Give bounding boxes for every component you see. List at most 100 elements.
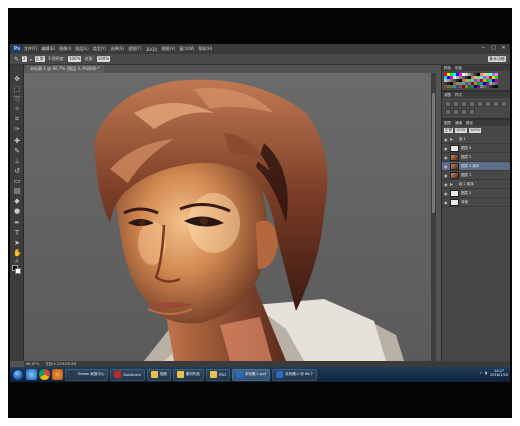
posterize-icon[interactable]	[469, 109, 475, 115]
swatches-grid[interactable]	[442, 71, 510, 90]
visibility-eye-icon[interactable]: ◉	[444, 146, 448, 151]
taskbar-button[interactable]: Bandicam	[110, 368, 145, 381]
menu-image[interactable]: 图像(I)	[59, 46, 71, 52]
taskbar-button[interactable]: 未标题-1.psd	[231, 368, 271, 381]
menu-edit[interactable]: 编辑(E)	[41, 46, 55, 52]
channel-mixer-icon[interactable]	[453, 109, 459, 115]
layer-row[interactable]: ◉ 图层 3 副本	[442, 162, 510, 171]
menu-3d[interactable]: 3D(D)	[146, 47, 158, 52]
visibility-eye-icon[interactable]: ◉	[444, 137, 448, 142]
black-white-icon[interactable]	[501, 101, 507, 107]
media-player-icon[interactable]	[52, 369, 63, 380]
taskbar-button[interactable]: Steam 家庭中心	[65, 368, 109, 381]
layer-row[interactable]: ◉ 图层 5	[442, 153, 510, 162]
layer-row[interactable]: ◉ 背景	[442, 198, 510, 207]
layer-row[interactable]: ◉ ▸ 组 2 副本	[442, 180, 510, 189]
hue-saturation-icon[interactable]	[485, 101, 491, 107]
network-icon[interactable]: ▮	[485, 371, 487, 375]
document-tab[interactable]: 未标题-1 @ 66.7% (图层 3, RGB/8) *	[26, 65, 104, 73]
gradient-tool-icon[interactable]: ▤	[13, 187, 21, 195]
taskbar-button[interactable]: 未标题-2 @ 66.7	[272, 368, 317, 381]
type-tool-icon[interactable]: T	[13, 229, 21, 237]
layer-row[interactable]: ◉ 图层 3	[442, 171, 510, 180]
tab-paths[interactable]: 路径	[464, 120, 475, 126]
ie-icon[interactable]	[26, 369, 37, 380]
layer-row[interactable]: ◉ 图层 2	[442, 189, 510, 198]
menu-layer[interactable]: 图层(L)	[75, 46, 88, 52]
tab-channels[interactable]: 通道	[453, 120, 464, 126]
flow-field[interactable]: 100%	[96, 56, 111, 62]
visibility-eye-icon[interactable]: ◉	[444, 155, 448, 160]
crop-tool-icon[interactable]: ⌗	[13, 115, 21, 123]
zoom-level[interactable]: 66.67%	[26, 362, 39, 366]
clock[interactable]: 14:27 2016/1/20	[490, 369, 508, 377]
eraser-tool-icon[interactable]: ▭	[13, 177, 21, 185]
visibility-eye-icon[interactable]: ◉	[444, 191, 448, 196]
layer-row[interactable]: ◉ ▸ 组 1	[442, 135, 510, 144]
tab-swatches[interactable]: 色板	[453, 65, 464, 71]
taskbar-button[interactable]: PSD	[205, 368, 230, 381]
maximize-button[interactable]: □	[490, 45, 497, 52]
move-tool-icon[interactable]: ✥	[13, 75, 21, 83]
menu-view[interactable]: 视图(V)	[161, 46, 175, 52]
clone-stamp-tool-icon[interactable]: ⊥	[13, 157, 21, 165]
history-brush-tool-icon[interactable]: ↺	[13, 167, 21, 175]
path-select-tool-icon[interactable]: ➤	[13, 239, 21, 247]
minimize-button[interactable]: ─	[480, 45, 487, 52]
layer-blend-mode-select[interactable]: 正常	[444, 128, 453, 133]
document-canvas[interactable]	[24, 73, 436, 361]
levels-icon[interactable]	[453, 101, 459, 107]
brightness-icon[interactable]	[445, 101, 451, 107]
canvas-scrollbar[interactable]	[431, 73, 436, 361]
brush-size-picker[interactable]: 2	[22, 56, 27, 62]
photo-filter-icon[interactable]	[445, 109, 451, 115]
tab-color[interactable]: 颜色	[442, 65, 453, 71]
tab-layers[interactable]: 图层	[442, 120, 453, 126]
volume-icon[interactable]: ♪	[480, 371, 482, 375]
menu-select[interactable]: 选择(S)	[110, 46, 124, 52]
swatch-chip[interactable]	[495, 85, 498, 88]
layer-fill-field[interactable]: 100%	[469, 128, 482, 133]
taskbar-button[interactable]: 素材作品	[172, 368, 204, 381]
tab-styles[interactable]: 样式	[453, 92, 464, 98]
hand-tool-icon[interactable]: ✋	[13, 249, 22, 257]
curves-icon[interactable]	[461, 101, 467, 107]
quick-select-tool-icon[interactable]: ✧	[13, 105, 21, 113]
invert-icon[interactable]	[461, 109, 467, 115]
menu-file[interactable]: 文件(F)	[24, 46, 37, 52]
taskbar-button[interactable]: 视频	[146, 368, 171, 381]
opacity-field[interactable]: 100%	[67, 56, 82, 62]
visibility-eye-icon[interactable]: ◉	[444, 164, 448, 169]
menu-filter[interactable]: 滤镜(T)	[128, 46, 142, 52]
blur-tool-icon[interactable]: ◆	[13, 197, 21, 205]
layer-opacity-field[interactable]: 100%	[455, 128, 468, 133]
blend-mode-select[interactable]: 正常	[34, 56, 45, 62]
vibrance-icon[interactable]	[477, 101, 483, 107]
layer-row[interactable]: ◉ 图层 6	[442, 144, 510, 153]
start-button[interactable]	[12, 368, 24, 381]
eyedropper-tool-icon[interactable]: ✑	[13, 125, 21, 133]
dodge-tool-icon[interactable]: ●	[13, 207, 21, 215]
healing-tool-icon[interactable]: ✚	[13, 137, 21, 145]
workspace-select[interactable]: 基本功能	[488, 56, 506, 62]
pen-tool-icon[interactable]: ✒	[13, 219, 21, 227]
visibility-eye-icon[interactable]: ◉	[444, 182, 448, 187]
brush-tool-icon[interactable]: ✎	[14, 56, 19, 63]
close-button[interactable]: ✕	[500, 45, 507, 52]
marquee-tool-icon[interactable]: ⬚	[13, 85, 21, 93]
exposure-icon[interactable]	[469, 101, 475, 107]
canvas-scroll-thumb[interactable]	[432, 93, 435, 213]
menu-help[interactable]: 帮助(H)	[198, 46, 212, 52]
visibility-eye-icon[interactable]: ◉	[444, 173, 448, 178]
lasso-tool-icon[interactable]: ➰	[13, 95, 22, 103]
visibility-eye-icon[interactable]: ◉	[444, 200, 448, 205]
taskbar-label: 未标题-2 @ 66.7	[285, 372, 313, 376]
menu-window[interactable]: 窗口(W)	[179, 46, 194, 52]
brush-tool-icon[interactable]: ✎	[13, 147, 21, 155]
tab-adjustments[interactable]: 调整	[442, 92, 453, 98]
menu-type[interactable]: 类型(Y)	[93, 46, 107, 52]
background-color-swatch[interactable]	[15, 268, 21, 274]
color-balance-icon[interactable]	[493, 101, 499, 107]
zoom-tool-icon[interactable]: ⌕	[13, 257, 21, 265]
chrome-icon[interactable]	[39, 369, 50, 380]
